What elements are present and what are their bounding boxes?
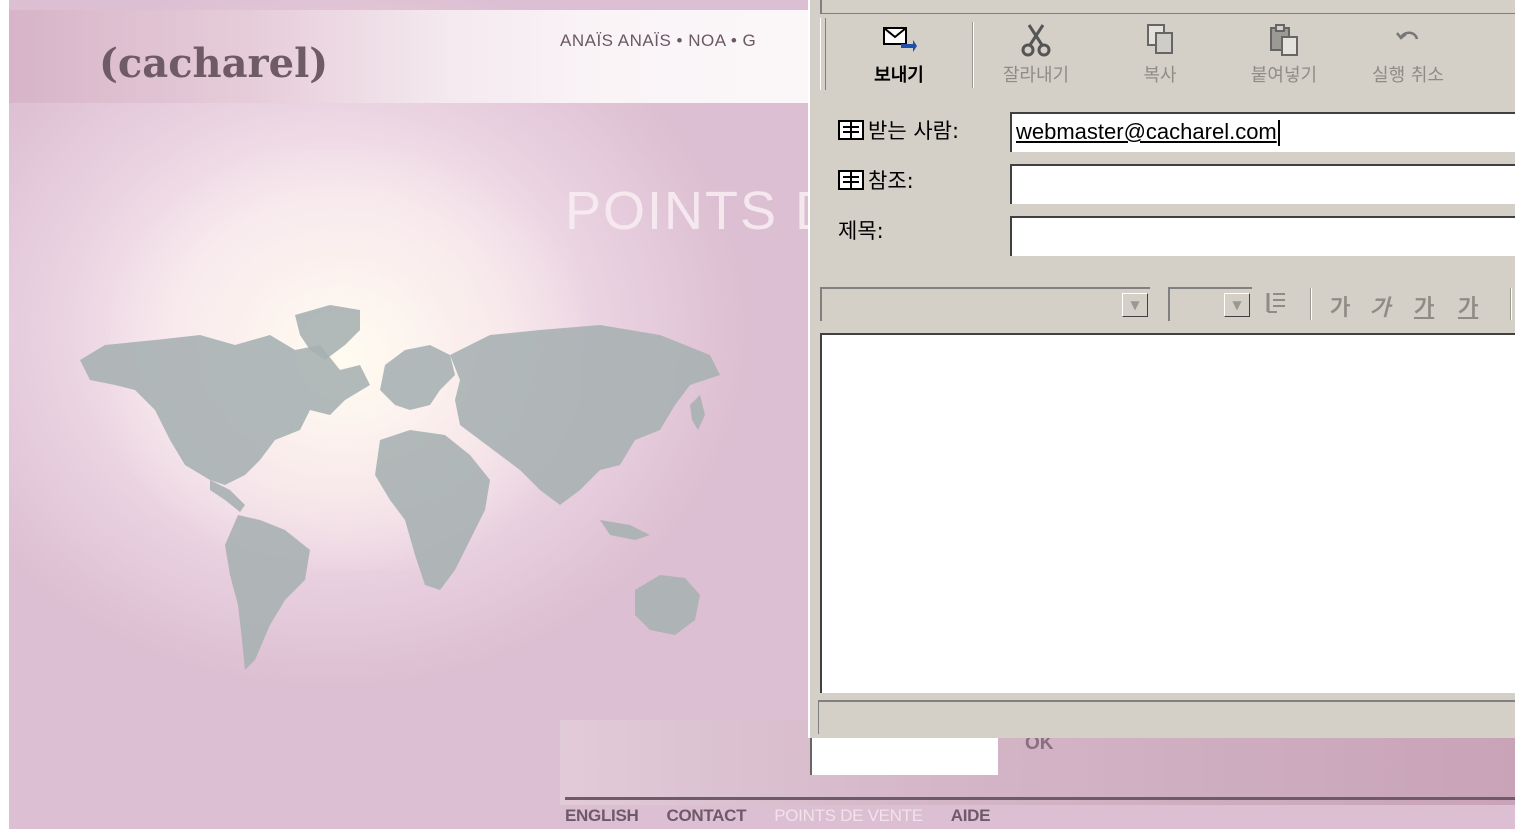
send-label: 보내기 [874,65,924,86]
format-separator [1510,288,1512,320]
footer-link-english[interactable]: ENGLISH [565,806,639,826]
font-name-select[interactable]: ▼ [820,287,1150,321]
to-row: 받는 사람: [838,110,959,150]
compose-window: 보내기 잘라내기 복사 붙여넣기 실행 취소 받는 사람: webmaster@… [808,0,1515,738]
cut-icon [1018,23,1054,57]
paste-button[interactable]: 붙여넣기 [1222,14,1346,96]
subject-field[interactable] [1010,216,1515,256]
paste-icon [1266,23,1302,57]
text-caret [1277,120,1280,147]
subject-label: 제목: [838,219,884,243]
map-south-america [225,515,310,670]
paste-label: 붙여넣기 [1250,65,1318,86]
cut-label: 잘라내기 [1002,65,1070,86]
map-europe [380,345,455,410]
format-separator [1310,288,1312,320]
format-toolbar: ▼ ▼ 가 가 가 가 [820,282,1515,326]
cc-field[interactable] [1010,164,1515,204]
status-bar [818,700,1515,734]
chevron-down-icon[interactable]: ▼ [1122,293,1148,317]
address-book-icon[interactable] [838,170,864,190]
undo-button[interactable]: 실행 취소 [1346,14,1470,96]
cc-label: 참조: [868,169,914,193]
map-central-america [210,480,245,512]
footer-link-points-de-vente[interactable]: POINTS DE VENTE [774,806,923,826]
map-africa [375,430,490,590]
menu-strip [820,0,1515,14]
to-field[interactable]: webmaster@cacharel.com [1010,112,1515,152]
cc-label-group[interactable]: 참조: [838,165,914,195]
message-body[interactable] [820,333,1515,693]
world-map [80,305,720,670]
map-japan [690,395,705,430]
footer-nav: ENGLISH CONTACT POINTS DE VENTE AIDE [565,806,990,826]
send-icon [881,23,917,57]
underline-button[interactable]: 가 [1414,290,1434,322]
site-header: (cacharel) [9,10,809,103]
map-indonesia [600,520,650,540]
italic-button[interactable]: 가 [1370,290,1390,322]
map-asia [450,325,720,505]
map-australia [635,575,700,635]
cut-button[interactable]: 잘라내기 [974,14,1098,96]
copy-label: 복사 [1143,65,1177,86]
store-search-input[interactable] [810,738,998,775]
cacharel-logo[interactable]: (cacharel) [99,40,328,87]
page-heading: POINTS D [565,181,837,241]
chevron-down-icon[interactable]: ▼ [1224,293,1250,317]
top-nav[interactable]: ANAÏS ANAÏS • NOA • G [560,31,756,51]
undo-icon [1390,23,1426,57]
footer-link-aide[interactable]: AIDE [951,806,991,826]
send-button[interactable]: 보내기 [826,14,972,96]
font-size-select[interactable]: ▼ [1168,287,1252,321]
footer-link-contact[interactable]: CONTACT [666,806,746,826]
address-book-icon[interactable] [838,120,864,140]
window-edge [0,0,9,829]
font-color-button[interactable]: 가 [1458,290,1478,322]
footer-divider [565,797,1515,800]
cc-row: 참조: [838,160,914,200]
to-label-group[interactable]: 받는 사람: [838,115,959,145]
paragraph-style-icon[interactable] [1265,290,1289,322]
subject-row: 제목: [838,210,884,250]
undo-label: 실행 취소 [1372,65,1444,86]
bold-button[interactable]: 가 [1330,290,1350,322]
copy-button[interactable]: 복사 [1098,14,1222,96]
copy-icon [1142,23,1178,57]
compose-toolbar: 보내기 잘라내기 복사 붙여넣기 실행 취소 [820,14,1515,96]
to-value: webmaster@cacharel.com [1016,119,1277,144]
to-label: 받는 사람: [868,119,960,143]
